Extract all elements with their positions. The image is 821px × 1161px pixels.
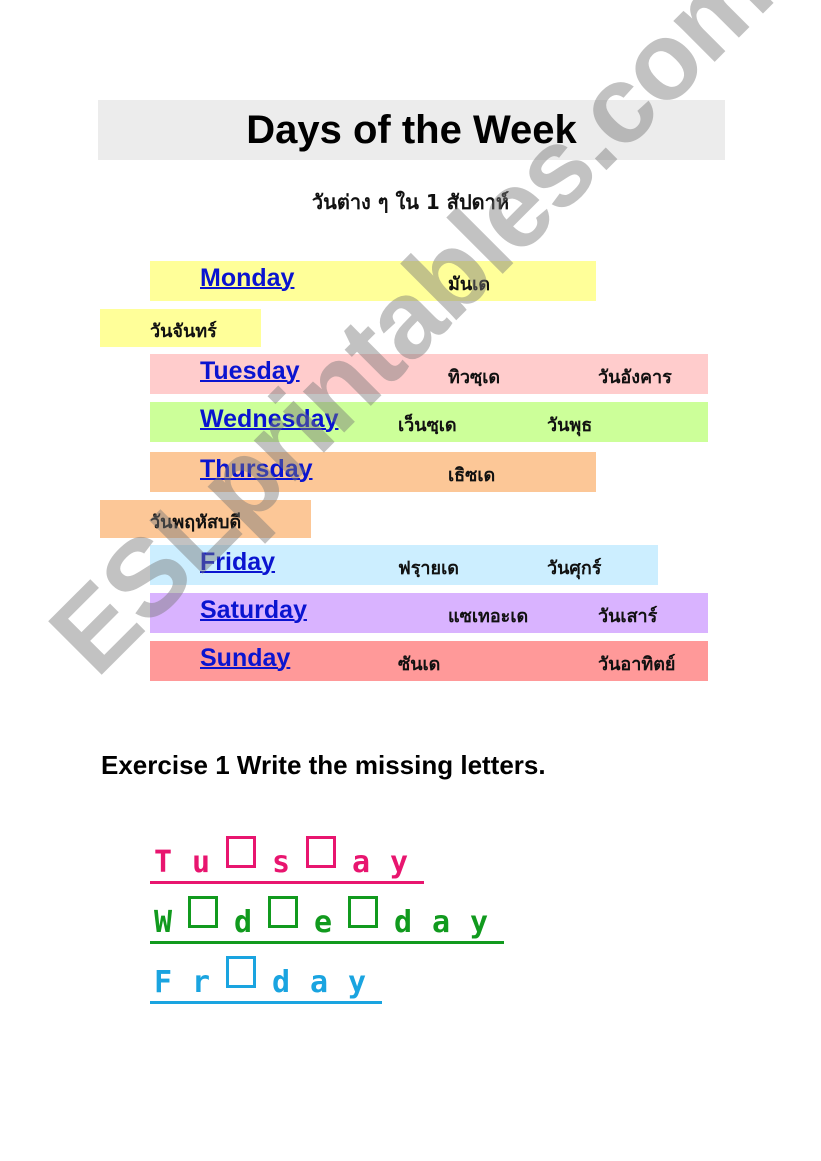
blank-letter-box[interactable] xyxy=(226,836,256,868)
pronunciation-tuesday: ทิวซฺเด xyxy=(448,367,501,388)
pronunciation-friday: ฟรฺายเด xyxy=(398,558,459,579)
thai-wednesday: วันพุธ xyxy=(547,415,593,436)
day-row-friday: Friday ฟรฺายเด วันศุกร์ xyxy=(150,545,658,585)
exercise-word-wednesday: Wdeday xyxy=(150,896,504,944)
day-link-thursday[interactable]: Thursday xyxy=(200,455,313,484)
blank-letter-box[interactable] xyxy=(348,896,378,928)
underline xyxy=(150,881,424,884)
letter: d xyxy=(233,905,253,940)
letter: d xyxy=(271,965,291,1000)
day-link-sunday[interactable]: Sunday xyxy=(200,644,290,673)
day-row-tuesday: Tuesday ทิวซฺเด วันอังคาร xyxy=(150,354,708,394)
day-link-monday[interactable]: Monday xyxy=(200,264,294,293)
blank-letter-box[interactable] xyxy=(226,956,256,988)
letter: F xyxy=(153,965,173,1000)
thai-saturday: วันเสาร์ xyxy=(598,606,658,627)
letter: u xyxy=(191,845,211,880)
thai-tuesday: วันอังคาร xyxy=(598,367,672,388)
day-row-thursday: Thursday เธิซเด xyxy=(150,452,596,492)
pronunciation-thursday: เธิซเด xyxy=(448,465,496,486)
title-bar: Days of the Week xyxy=(98,100,725,160)
blank-letter-box[interactable] xyxy=(268,896,298,928)
letter: a xyxy=(431,905,451,940)
thai-friday: วันศุกร์ xyxy=(547,558,602,579)
blank-letter-box[interactable] xyxy=(306,836,336,868)
underline xyxy=(150,1001,382,1004)
day-row-sunday: Sunday ซันเด วันอาทิตย์ xyxy=(150,641,708,681)
day-link-wednesday[interactable]: Wednesday xyxy=(200,405,338,434)
day-row-wednesday: Wednesday เว็นซฺเด วันพุธ xyxy=(150,402,708,442)
letter: y xyxy=(469,905,489,940)
day-row-saturday: Saturday แซเทอะเด วันเสาร์ xyxy=(150,593,708,633)
letter: W xyxy=(153,905,173,940)
blank-letter-box[interactable] xyxy=(188,896,218,928)
exercise-heading: Exercise 1 Write the missing letters. xyxy=(101,750,546,780)
page-title: Days of the Week xyxy=(246,107,577,152)
thai-sunday: วันอาทิตย์ xyxy=(598,654,676,675)
thai-thursday: วันพฤหัสบดี xyxy=(150,512,242,533)
day-link-saturday[interactable]: Saturday xyxy=(200,596,307,625)
thai-row-thursday: วันพฤหัสบดี xyxy=(100,500,311,538)
pronunciation-sunday: ซันเด xyxy=(398,654,441,675)
day-link-tuesday[interactable]: Tuesday xyxy=(200,357,300,386)
pronunciation-saturday: แซเทอะเด xyxy=(448,606,529,627)
letter: y xyxy=(389,845,409,880)
pronunciation-wednesday: เว็นซฺเด xyxy=(398,415,457,436)
letter: e xyxy=(313,905,333,940)
exercise-word-friday: Fr day xyxy=(150,956,382,1004)
letter: s xyxy=(271,845,291,880)
exercise-word-tuesday: Tu s ay xyxy=(150,836,424,884)
letter: T xyxy=(153,845,173,880)
letter: y xyxy=(347,965,367,1000)
thai-row-monday: วันจันทร์ xyxy=(100,309,261,347)
letter: a xyxy=(309,965,329,1000)
thai-monday: วันจันทร์ xyxy=(150,321,217,342)
underline xyxy=(150,941,504,944)
letter: d xyxy=(393,905,413,940)
letter: r xyxy=(191,965,211,1000)
day-row-monday: Monday มันเด xyxy=(150,261,596,301)
letter: a xyxy=(351,845,371,880)
day-link-friday[interactable]: Friday xyxy=(200,548,275,577)
page-subtitle: วันต่าง ๆ ใน 1 สัปดาห์ xyxy=(311,190,510,214)
pronunciation-monday: มันเด xyxy=(448,274,491,295)
